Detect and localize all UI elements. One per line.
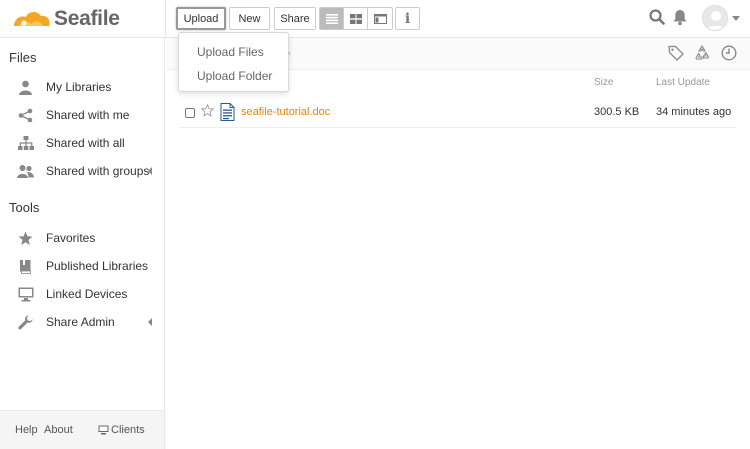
view-mode-toggle — [319, 7, 393, 30]
file-last-update: 34 minutes ago — [656, 106, 732, 118]
upload-files-menu-item[interactable]: Upload Files — [197, 45, 264, 59]
wrench-icon — [17, 314, 34, 331]
user-icon — [17, 79, 34, 96]
files-section-title: Files — [9, 50, 37, 65]
grid-view-button[interactable] — [344, 8, 368, 29]
upload-button[interactable]: Upload — [176, 7, 226, 30]
book-icon — [17, 258, 34, 275]
default-avatar-icon — [706, 11, 726, 30]
sidebar-item-label: My Libraries — [46, 80, 112, 94]
tag-icon[interactable] — [668, 45, 684, 61]
new-button[interactable]: New — [229, 7, 270, 30]
org-tree-icon — [17, 135, 34, 152]
column-header-last-update[interactable]: Last Update — [656, 77, 710, 88]
upload-dropdown-menu: Upload Files Upload Folder — [178, 32, 289, 92]
column-header-size[interactable]: Size — [594, 77, 613, 88]
sidebar-item-shared-with-me[interactable]: Shared with me — [0, 103, 164, 127]
doc-file-icon — [220, 103, 235, 121]
bell-icon[interactable] — [672, 9, 688, 26]
sidebar-item-label: Favorites — [46, 231, 96, 245]
group-icon — [17, 163, 34, 180]
sidebar-item-shared-with-groups[interactable]: Shared with groups — [0, 159, 164, 183]
avatar-caret-icon[interactable] — [732, 16, 740, 21]
help-link[interactable]: Help — [15, 424, 38, 436]
sidebar-item-my-libraries[interactable]: My Libraries — [0, 75, 164, 99]
info-button[interactable]: i — [395, 7, 420, 30]
sidebar-item-label: Share Admin — [46, 315, 115, 329]
sidebar: Files My Libraries Shared with me Shared… — [0, 38, 165, 449]
sidebar-item-label: Linked Devices — [46, 287, 128, 301]
sidebar-item-published-libraries[interactable]: Published Libraries — [0, 254, 164, 278]
top-header: Seafile Upload New Share i — [0, 0, 750, 38]
clients-label: Clients — [111, 424, 145, 436]
sidebar-item-favorites[interactable]: Favorites — [0, 226, 164, 250]
search-icon[interactable] — [649, 9, 665, 25]
sidebar-item-label: Shared with all — [46, 136, 125, 150]
seafile-logo[interactable]: Seafile — [10, 6, 160, 32]
sidebar-item-share-admin[interactable]: Share Admin — [0, 310, 164, 334]
star-outline-icon[interactable] — [201, 104, 214, 117]
file-name-link[interactable]: seafile-tutorial.doc — [241, 106, 330, 118]
sidebar-item-linked-devices[interactable]: Linked Devices — [0, 282, 164, 306]
star-icon — [17, 230, 34, 247]
recycle-bin-icon[interactable] — [694, 45, 710, 61]
share-icon — [17, 107, 34, 124]
monitor-icon — [98, 425, 109, 435]
expand-arrow-icon[interactable] — [148, 318, 152, 326]
sidebar-item-label: Shared with groups — [46, 164, 150, 178]
grid-view-icon — [349, 13, 362, 24]
sidebar-item-label: Published Libraries — [46, 259, 149, 273]
about-link[interactable]: About — [44, 424, 73, 436]
sidebar-item-shared-with-all[interactable]: Shared with all — [0, 131, 164, 155]
file-size: 300.5 KB — [594, 106, 640, 118]
header-divider — [165, 0, 166, 38]
column-view-button[interactable] — [368, 8, 392, 29]
history-icon[interactable] — [721, 45, 737, 61]
column-view-icon — [373, 13, 387, 24]
monitor-icon — [17, 286, 34, 303]
row-checkbox[interactable] — [185, 108, 195, 118]
seafile-logo-icon — [14, 11, 50, 26]
table-row[interactable]: seafile-tutorial.doc 300.5 KB 34 minutes… — [180, 98, 736, 128]
avatar[interactable] — [702, 5, 728, 31]
tools-section-title: Tools — [9, 200, 40, 215]
sidebar-item-label: Shared with me — [46, 108, 130, 122]
expand-arrow-icon[interactable] — [148, 167, 152, 175]
list-view-button[interactable] — [320, 8, 344, 29]
app-name: Seafile — [54, 7, 120, 30]
clients-link[interactable]: Clients — [98, 424, 145, 436]
sidebar-footer: Help About Clients — [0, 410, 164, 449]
share-button[interactable]: Share — [274, 7, 316, 30]
list-view-icon — [325, 13, 338, 24]
upload-folder-menu-item[interactable]: Upload Folder — [197, 69, 272, 83]
